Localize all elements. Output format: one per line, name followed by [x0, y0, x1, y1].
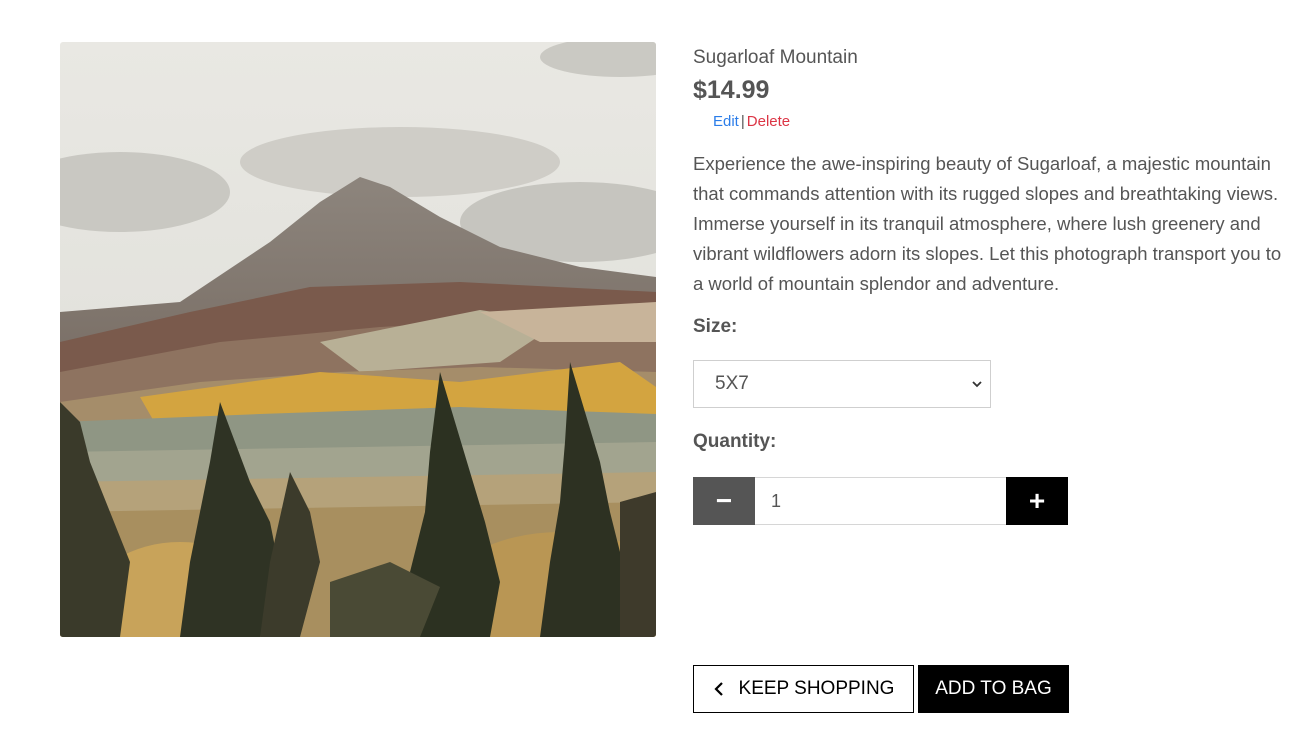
- keep-shopping-button[interactable]: KEEP SHOPPING: [693, 665, 914, 713]
- product-details: Sugarloaf Mountain $14.99 Edit | Delete Ex…: [693, 44, 1283, 525]
- keep-shopping-label: KEEP SHOPPING: [738, 678, 895, 699]
- mountain-photo: [60, 42, 656, 637]
- add-to-bag-button[interactable]: ADD TO BAG: [918, 665, 1069, 713]
- quantity-input[interactable]: 1: [755, 477, 1006, 525]
- minus-icon: −: [715, 485, 733, 516]
- admin-links: Edit | Delete: [693, 112, 1283, 132]
- quantity-stepper: − 1 +: [693, 477, 1068, 525]
- plus-icon: +: [1028, 485, 1046, 516]
- size-select[interactable]: 5X7: [693, 360, 991, 408]
- product-price: $14.99: [693, 76, 770, 104]
- edit-link[interactable]: Edit: [713, 113, 739, 130]
- size-selected-value: 5X7: [715, 373, 749, 394]
- add-to-bag-label: ADD TO BAG: [935, 678, 1052, 699]
- increment-button[interactable]: +: [1006, 477, 1068, 525]
- size-label: Size:: [693, 316, 738, 337]
- chevron-down-icon: [972, 381, 982, 388]
- chevron-left-icon: [713, 682, 723, 696]
- link-separator: |: [740, 113, 745, 130]
- product-image: [60, 42, 656, 637]
- delete-link[interactable]: Delete: [747, 113, 790, 130]
- action-buttons: KEEP SHOPPING ADD TO BAG: [693, 665, 1069, 713]
- decrement-button[interactable]: −: [693, 477, 755, 525]
- product-name: Sugarloaf Mountain: [693, 47, 858, 68]
- quantity-label: Quantity:: [693, 431, 777, 452]
- product-description: Experience the awe-inspiring beauty of S…: [693, 153, 1282, 294]
